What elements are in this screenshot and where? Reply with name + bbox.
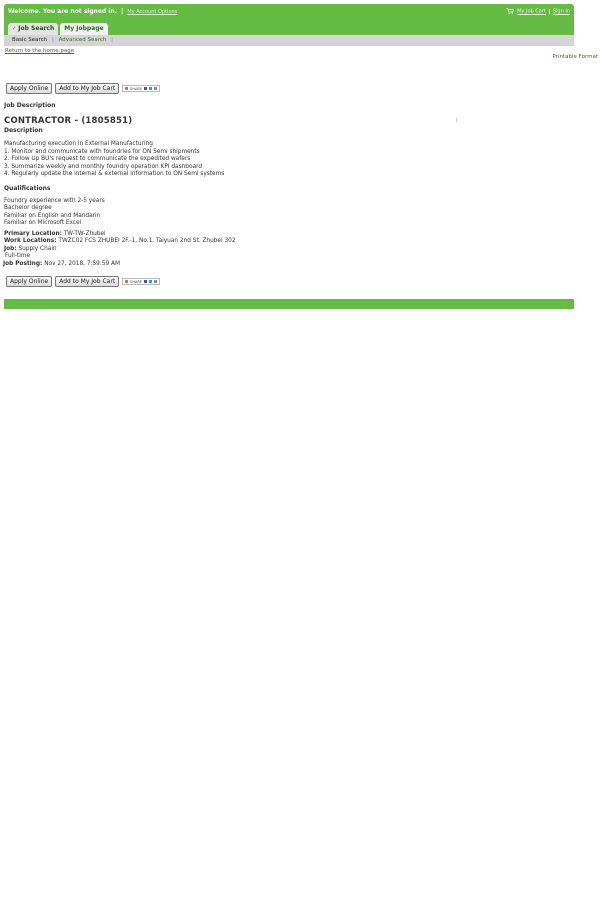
description-body: Manufacturing execution in External Manu…	[4, 141, 574, 179]
account-options-link[interactable]: My Account Options	[127, 9, 177, 15]
tab-label: Job Search	[18, 25, 55, 32]
primary-location-value: TW-TW-Zhubei	[63, 230, 106, 237]
site-footer	[4, 299, 574, 309]
facebook-icon	[144, 87, 148, 90]
page-container: Welcome. You are not signed in. | My Acc…	[4, 4, 574, 54]
description-line: 4. Regularly update the internal & exter…	[4, 171, 225, 177]
site-header: Welcome. You are not signed in. | My Acc…	[4, 4, 574, 35]
job-title: CONTRACTOR - (1805851)	[4, 116, 133, 126]
twitter-icon	[149, 87, 153, 90]
basic-search-link[interactable]: Basic Search	[12, 37, 47, 43]
job-posting: Job Posting: Nov 27, 2018, 7:59:59 AM	[3, 261, 574, 269]
return-home-link[interactable]: Return to the home page	[5, 48, 574, 54]
primary-location-label: Primary Location:	[4, 230, 62, 237]
work-locations-value: TWZC02 FCS ZHUBEI 2F.-1, No.1, Taiyuan 2…	[58, 238, 236, 244]
tab-label: My Jobpage	[64, 25, 104, 32]
share-plus-icon	[125, 87, 129, 90]
qualification-line: Familiar on English and Mandarin	[4, 212, 101, 219]
share-button[interactable]: SHARE	[122, 85, 161, 92]
job-category-value: Supply Chain	[18, 245, 57, 252]
work-locations-label: Work Locations:	[4, 238, 57, 244]
separator: |	[548, 8, 551, 15]
share-label: SHARE	[130, 86, 143, 91]
work-locations: Work Locations: TWZC02 FCS ZHUBEI 2F.-1,…	[4, 238, 574, 246]
separator: |	[111, 37, 113, 43]
qualification-line: Familiar on Microsoft Excel	[4, 220, 82, 226]
description-line: Manufacturing execution in External Manu…	[4, 141, 153, 147]
cart-signin-area: My Job Cart | Sign In	[506, 8, 570, 15]
qualification-line: Bachelor degree	[4, 205, 52, 211]
tab-job-search[interactable]: ✓ Job Search	[8, 23, 59, 35]
job-category: Job: Supply Chain	[4, 246, 574, 254]
shopping-cart-icon	[506, 8, 514, 14]
search-subnav: Basic Search | Advanced Search |	[4, 35, 574, 46]
welcome-message: Welcome. You are not signed in. | My Acc…	[8, 8, 177, 15]
facebook-icon	[144, 280, 148, 283]
advanced-search-link[interactable]: Advanced Search	[59, 37, 107, 43]
primary-location: Primary Location: TW-TW-Zhubei	[4, 231, 574, 239]
my-job-cart-link[interactable]: My Job Cart	[517, 9, 546, 15]
add-to-cart-button[interactable]: Add to My Job Cart	[55, 83, 120, 94]
apply-online-button[interactable]: Apply Online	[6, 83, 53, 94]
column-divider	[456, 118, 457, 122]
email-icon	[154, 280, 158, 283]
separator: |	[51, 37, 54, 43]
share-button[interactable]: SHARE	[122, 278, 161, 285]
email-icon	[154, 87, 158, 90]
job-category-label: Job:	[4, 245, 17, 252]
qualifications-heading: Qualifications	[4, 184, 51, 192]
qualifications-body: Foundry experience with 2-5 years Bachel…	[4, 198, 574, 228]
action-row-bottom: Apply Online Add to My Job Cart SHARE	[6, 276, 574, 287]
description-heading: Description	[4, 127, 43, 134]
description-line: 2. Follow Up BU's request to communicate…	[4, 156, 191, 162]
job-content: Apply Online Add to My Job Cart SHARE Jo…	[3, 83, 574, 309]
share-plus-icon	[125, 280, 129, 283]
welcome-text: Welcome. You are not signed in.	[8, 8, 117, 15]
share-label: SHARE	[130, 279, 143, 284]
section-heading: Job Description	[4, 102, 56, 109]
separator: |	[121, 8, 124, 15]
add-to-cart-button[interactable]: Add to My Job Cart	[55, 276, 120, 287]
description-line: 3. Summarize weekly and monthly foundry …	[4, 163, 203, 170]
twitter-icon	[149, 280, 153, 283]
check-icon: ✓	[12, 26, 17, 32]
job-posting-label: Job Posting:	[3, 260, 43, 267]
job-posting-value: Nov 27, 2018, 7:59:59 AM	[44, 260, 120, 267]
sign-in-link[interactable]: Sign In	[553, 9, 570, 15]
job-details: Primary Location: TW-TW-Zhubei Work Loca…	[3, 231, 574, 269]
main-tabs: ✓ Job Search My Jobpage	[8, 23, 110, 35]
job-schedule: Full-time	[5, 253, 31, 259]
description-line: 1. Monitor and communicate with foundrie…	[4, 148, 200, 155]
tab-my-jobpage[interactable]: My Jobpage	[60, 23, 108, 35]
qualification-line: Foundry experience with 2-5 years	[4, 197, 105, 204]
apply-online-button[interactable]: Apply Online	[6, 276, 53, 287]
action-row-top: Apply Online Add to My Job Cart SHARE	[6, 83, 574, 94]
printable-format-link[interactable]: Printable Format	[552, 54, 598, 60]
